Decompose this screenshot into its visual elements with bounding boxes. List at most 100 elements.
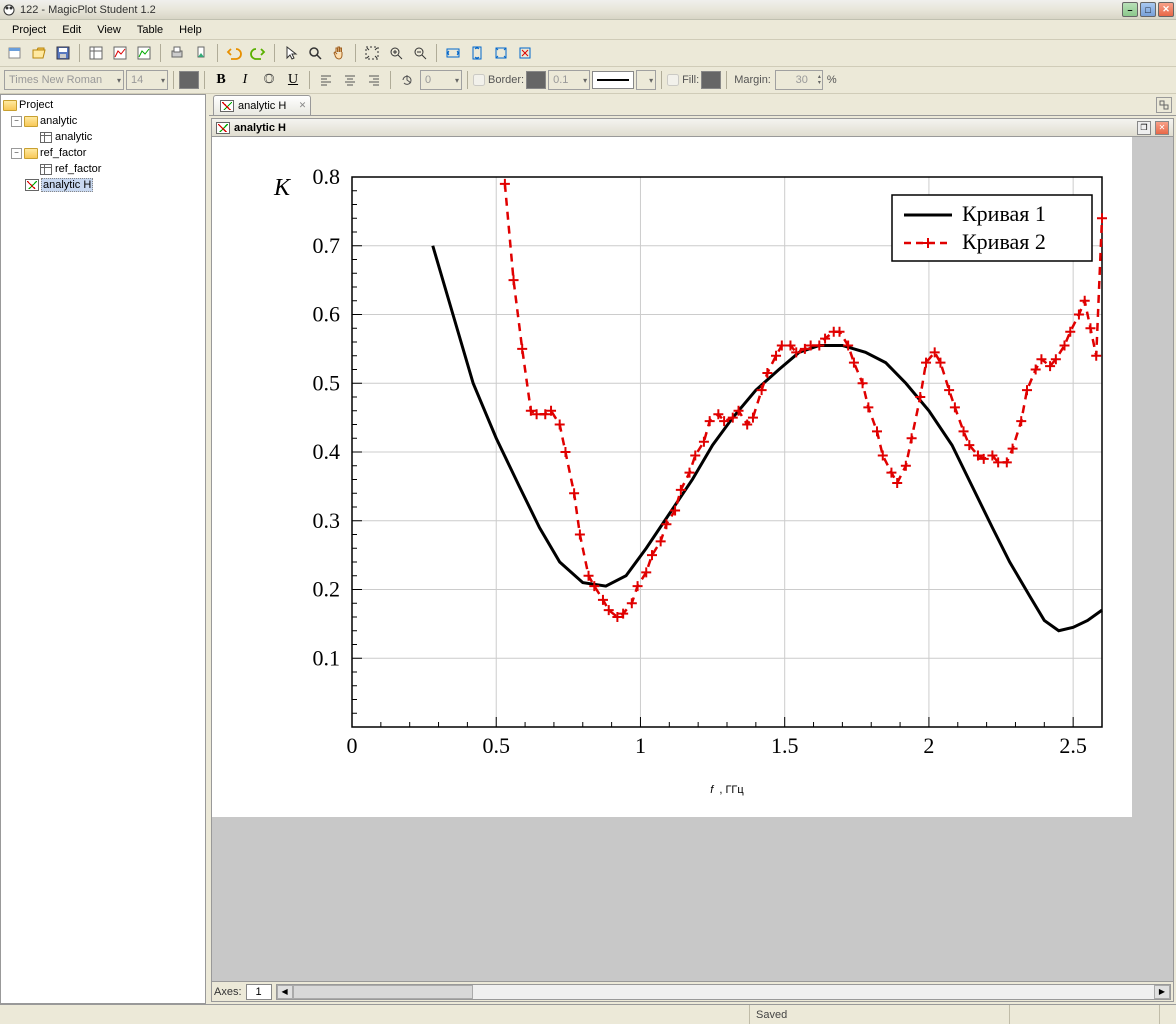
status-saved: Saved xyxy=(750,1005,1010,1024)
new-project-button[interactable] xyxy=(4,42,26,64)
pointer-tool[interactable] xyxy=(280,42,302,64)
svg-text:0: 0 xyxy=(347,733,358,758)
line-style-select[interactable] xyxy=(592,71,634,89)
scroll-thumb[interactable] xyxy=(293,985,473,999)
plot-icon xyxy=(220,99,234,113)
svg-text:2.5: 2.5 xyxy=(1059,733,1087,758)
svg-text:0.2: 0.2 xyxy=(313,577,341,602)
document-tabbar: analytic H ✕ xyxy=(209,94,1176,116)
zoom-in-button[interactable] xyxy=(385,42,407,64)
menu-edit[interactable]: Edit xyxy=(54,22,89,38)
undo-button[interactable] xyxy=(223,42,245,64)
pan-tool[interactable] xyxy=(328,42,350,64)
chart: 00.511.522.50.10.20.30.40.50.60.70.8f , … xyxy=(212,137,1132,817)
axes-bar: Axes: ◀ ▶ xyxy=(212,981,1173,1001)
tab-analytic-h[interactable]: analytic H ✕ xyxy=(213,95,311,115)
new-fit-button[interactable] xyxy=(133,42,155,64)
tree-table[interactable]: analytic xyxy=(3,129,203,145)
plot-scroll-area[interactable]: 00.511.522.50.10.20.30.40.50.60.70.8f , … xyxy=(212,137,1173,981)
tab-label: analytic H xyxy=(238,100,286,112)
main-toolbar xyxy=(0,40,1176,67)
subwindow-close-button[interactable]: ✕ xyxy=(1155,121,1169,135)
scroll-left-arrow[interactable]: ◀ xyxy=(277,985,293,999)
fill-checkbox[interactable]: Fill: xyxy=(667,74,699,86)
svg-text:0.7: 0.7 xyxy=(313,233,341,258)
format-toolbar: Times New Roman 14 B I O U 0 Border: 0.1… xyxy=(0,67,1176,94)
scale-x-button[interactable] xyxy=(442,42,464,64)
fill-color-button[interactable] xyxy=(701,71,721,89)
tree-folder[interactable]: −ref_factor xyxy=(3,145,203,161)
svg-text:0.6: 0.6 xyxy=(313,302,341,327)
plot-subwindow: analytic H ❐ ✕ 0 0.5 1 1.5 2 2.5 0.1 0.2 0.3 0.4 0… xyxy=(211,118,1174,1002)
margin-label: Margin: xyxy=(732,74,773,86)
horizontal-scrollbar[interactable]: ◀ ▶ xyxy=(276,984,1171,1000)
svg-text:0.1: 0.1 xyxy=(313,645,341,670)
axes-spinner[interactable] xyxy=(246,984,272,1000)
underline-button[interactable]: U xyxy=(282,69,304,91)
scale-y-button[interactable] xyxy=(466,42,488,64)
border-checkbox[interactable]: Border: xyxy=(473,74,524,86)
tree-folder[interactable]: −analytic xyxy=(3,113,203,129)
svg-text:Кривая 1: Кривая 1 xyxy=(962,201,1046,226)
line-style-drop[interactable] xyxy=(636,70,656,90)
svg-text:1.5: 1.5 xyxy=(771,733,799,758)
rotate-select[interactable]: 0 xyxy=(420,70,462,90)
fit-view-button[interactable] xyxy=(361,42,383,64)
tab-close-icon[interactable]: ✕ xyxy=(299,100,307,111)
text-color-button[interactable] xyxy=(179,71,199,89)
tree-plot[interactable]: analytic H xyxy=(3,177,203,193)
new-plot-button[interactable] xyxy=(109,42,131,64)
scroll-right-arrow[interactable]: ▶ xyxy=(1154,985,1170,999)
redo-button[interactable] xyxy=(247,42,269,64)
menu-view[interactable]: View xyxy=(89,22,129,38)
outline-button[interactable]: O xyxy=(258,69,280,91)
bold-button[interactable]: B xyxy=(210,69,232,91)
plot-icon xyxy=(216,121,230,135)
tab-overflow-button[interactable] xyxy=(1156,97,1172,113)
italic-button[interactable]: I xyxy=(234,69,256,91)
project-tree[interactable]: Project −analytic analytic −ref_factor r… xyxy=(1,95,205,1003)
project-tree-panel: Project −analytic analytic −ref_factor r… xyxy=(0,94,206,1004)
svg-text:0.4: 0.4 xyxy=(313,439,341,464)
border-width-select[interactable]: 0.1 xyxy=(548,70,590,90)
new-table-button[interactable] xyxy=(85,42,107,64)
print-button[interactable] xyxy=(166,42,188,64)
maximize-button[interactable]: □ xyxy=(1140,2,1156,17)
minimize-button[interactable]: – xyxy=(1122,2,1138,17)
font-size-select[interactable]: 14 xyxy=(126,70,168,90)
svg-text:K: K xyxy=(273,175,292,201)
svg-text:0.3: 0.3 xyxy=(313,508,341,533)
plot-canvas[interactable]: 00.511.522.50.10.20.30.40.50.60.70.8f , … xyxy=(212,137,1132,817)
open-button[interactable] xyxy=(28,42,50,64)
menubar: Project Edit View Table Help xyxy=(0,20,1176,40)
rotate-button[interactable] xyxy=(396,69,418,91)
scale-reset-button[interactable] xyxy=(514,42,536,64)
svg-text:f , ГГц: f , ГГц xyxy=(710,773,744,799)
export-button[interactable] xyxy=(190,42,212,64)
subwindow-title: analytic H xyxy=(234,122,1133,134)
margin-spinner[interactable]: 30 xyxy=(775,70,823,90)
status-extra xyxy=(1010,1005,1160,1024)
menu-project[interactable]: Project xyxy=(4,22,54,38)
zoom-out-button[interactable] xyxy=(409,42,431,64)
tree-root[interactable]: Project xyxy=(3,97,203,113)
svg-text:1: 1 xyxy=(635,733,646,758)
menu-help[interactable]: Help xyxy=(171,22,210,38)
svg-text:Кривая 2: Кривая 2 xyxy=(962,229,1046,254)
border-color-button[interactable] xyxy=(526,71,546,89)
app-icon xyxy=(2,3,16,17)
svg-text:2: 2 xyxy=(923,733,934,758)
zoom-tool[interactable] xyxy=(304,42,326,64)
align-left-button[interactable] xyxy=(315,69,337,91)
subwindow-restore-button[interactable]: ❐ xyxy=(1137,121,1151,135)
close-button[interactable]: ✕ xyxy=(1158,2,1174,17)
status-message xyxy=(0,1005,750,1024)
scale-both-button[interactable] xyxy=(490,42,512,64)
font-family-select[interactable]: Times New Roman xyxy=(4,70,124,90)
svg-text:0.5: 0.5 xyxy=(482,733,510,758)
menu-table[interactable]: Table xyxy=(129,22,171,38)
save-button[interactable] xyxy=(52,42,74,64)
tree-table[interactable]: ref_factor xyxy=(3,161,203,177)
align-right-button[interactable] xyxy=(363,69,385,91)
align-center-button[interactable] xyxy=(339,69,361,91)
